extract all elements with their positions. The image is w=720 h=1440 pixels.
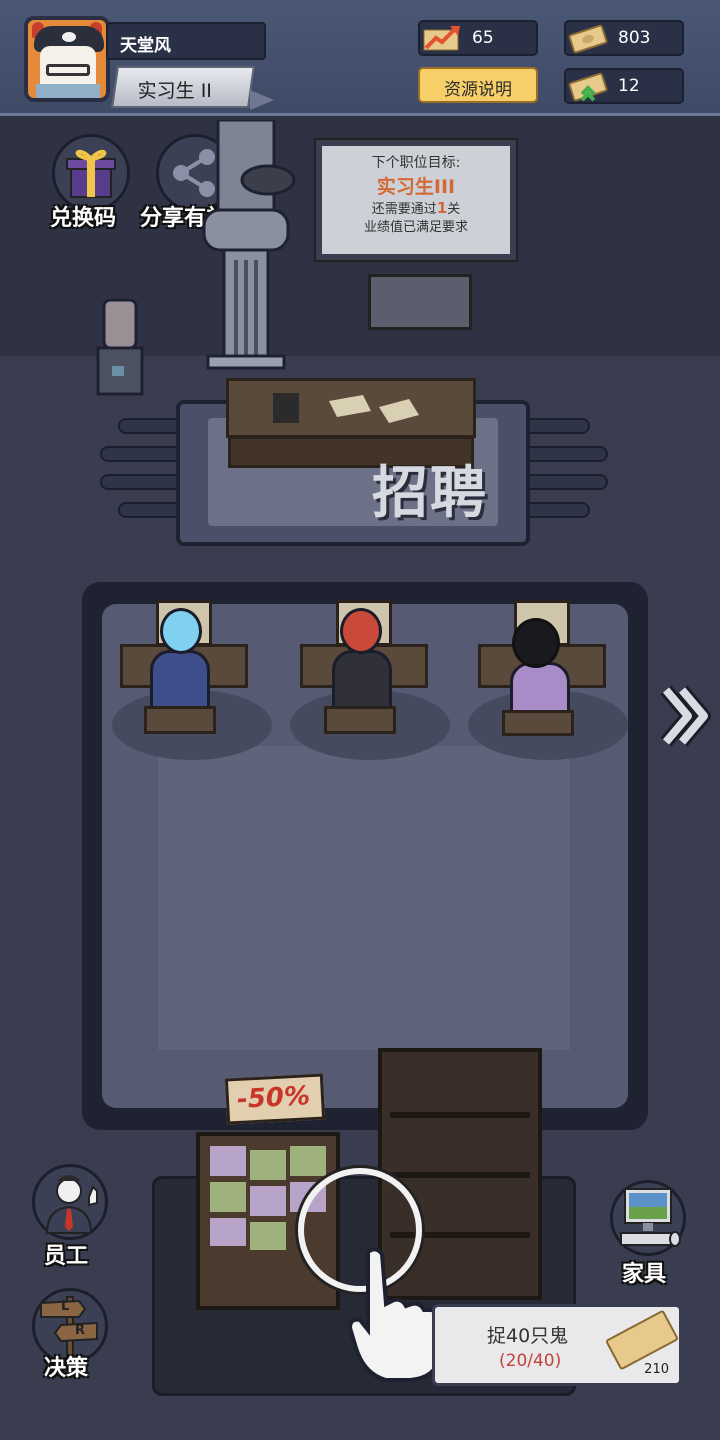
worker-chair — [324, 706, 396, 734]
money-stat: 803 — [564, 20, 684, 56]
floor-stripe — [100, 474, 188, 490]
signpost-right-letter: R — [75, 1323, 86, 1338]
worker-chair — [502, 710, 574, 736]
top-header: 天堂风 实习生 II 65 803 资源说明 12 — [0, 0, 720, 116]
desk-items — [273, 393, 419, 423]
promotion-goal-board: 下个职位目标: 实习生III 还需要通过1关 业绩值已满足要求 — [316, 140, 516, 260]
player-name: 天堂风 — [120, 36, 171, 56]
furniture-button[interactable] — [610, 1180, 686, 1256]
player-rank-plate: 实习生 II — [111, 66, 255, 108]
discount-text: -50% — [236, 1081, 311, 1115]
cash-icon — [568, 24, 608, 54]
resource-help-label: 资源说明 — [444, 80, 512, 100]
staff-person-icon — [45, 1175, 98, 1234]
gift-icon — [66, 149, 116, 198]
performance-stat: 65 — [418, 20, 538, 56]
rank-ribbon-tail — [250, 90, 274, 110]
performance-value: 65 — [472, 28, 494, 48]
employee-hair — [512, 618, 560, 668]
quest-title: 捉40只鬼 — [487, 1325, 569, 1347]
signpost-left-letter: L — [61, 1299, 70, 1314]
ghost-statue — [202, 120, 296, 370]
floor-stripe — [520, 418, 590, 434]
board-remaining-post: 关 — [447, 202, 461, 217]
board-target-rank: 实习生III — [376, 176, 456, 198]
shelf-row — [390, 1112, 530, 1118]
shelf-row — [390, 1172, 530, 1178]
water-dispenser — [96, 298, 144, 396]
worker-chair — [144, 706, 216, 734]
board-heading: 下个职位目标: — [371, 155, 461, 171]
player-avatar[interactable] — [24, 16, 110, 102]
bonus-value: 12 — [618, 76, 640, 96]
board-performance-status: 业绩值已满足要求 — [363, 220, 468, 235]
performance-arrow-icon — [423, 26, 460, 51]
avatar-glasses — [46, 64, 90, 76]
bonus-stat: 12 — [564, 68, 684, 104]
work-area-floor — [158, 746, 570, 1050]
floor-stripe — [520, 446, 608, 462]
floor-stripe — [520, 502, 590, 518]
furniture-label: 家具 — [622, 1262, 667, 1287]
cash-upgrade-icon — [568, 72, 608, 102]
quest-progress: (20/40) — [499, 1351, 562, 1371]
computer-icon — [620, 1188, 681, 1247]
discount-sign: -50% — [224, 1073, 326, 1125]
money-value: 803 — [618, 28, 651, 48]
tutorial-pointer-hand-icon — [347, 1247, 442, 1382]
staff-button[interactable] — [32, 1164, 108, 1240]
staff-label: 员工 — [44, 1244, 89, 1269]
next-room-arrow-icon[interactable] — [658, 684, 714, 748]
floor-stripe — [100, 446, 188, 462]
resource-help-button[interactable]: 资源说明 — [418, 67, 538, 103]
quest-reward-amount: 210 — [644, 1362, 669, 1377]
employee-hair — [340, 608, 382, 654]
floor-stripe — [520, 474, 608, 490]
avatar-coat — [36, 84, 100, 98]
board-remaining-levels: 还需要通过1关 — [322, 198, 510, 217]
recruit-label: 招聘 — [372, 461, 488, 526]
player-name-plate: 天堂风 — [106, 22, 266, 60]
reception-desk — [226, 378, 476, 438]
decision-label: 决策 — [44, 1356, 89, 1381]
ghost-quest-card[interactable]: 捉40只鬼 (20/40) 210 — [432, 1304, 682, 1386]
board-remaining-pre: 还需要通过 — [371, 202, 437, 217]
redeem-code-label: 兑换码 — [50, 206, 117, 231]
player-rank: 实习生 II — [137, 80, 212, 102]
employee-hair — [160, 608, 202, 654]
wall-safe — [368, 274, 472, 330]
board-remaining-count: 1 — [436, 199, 448, 217]
